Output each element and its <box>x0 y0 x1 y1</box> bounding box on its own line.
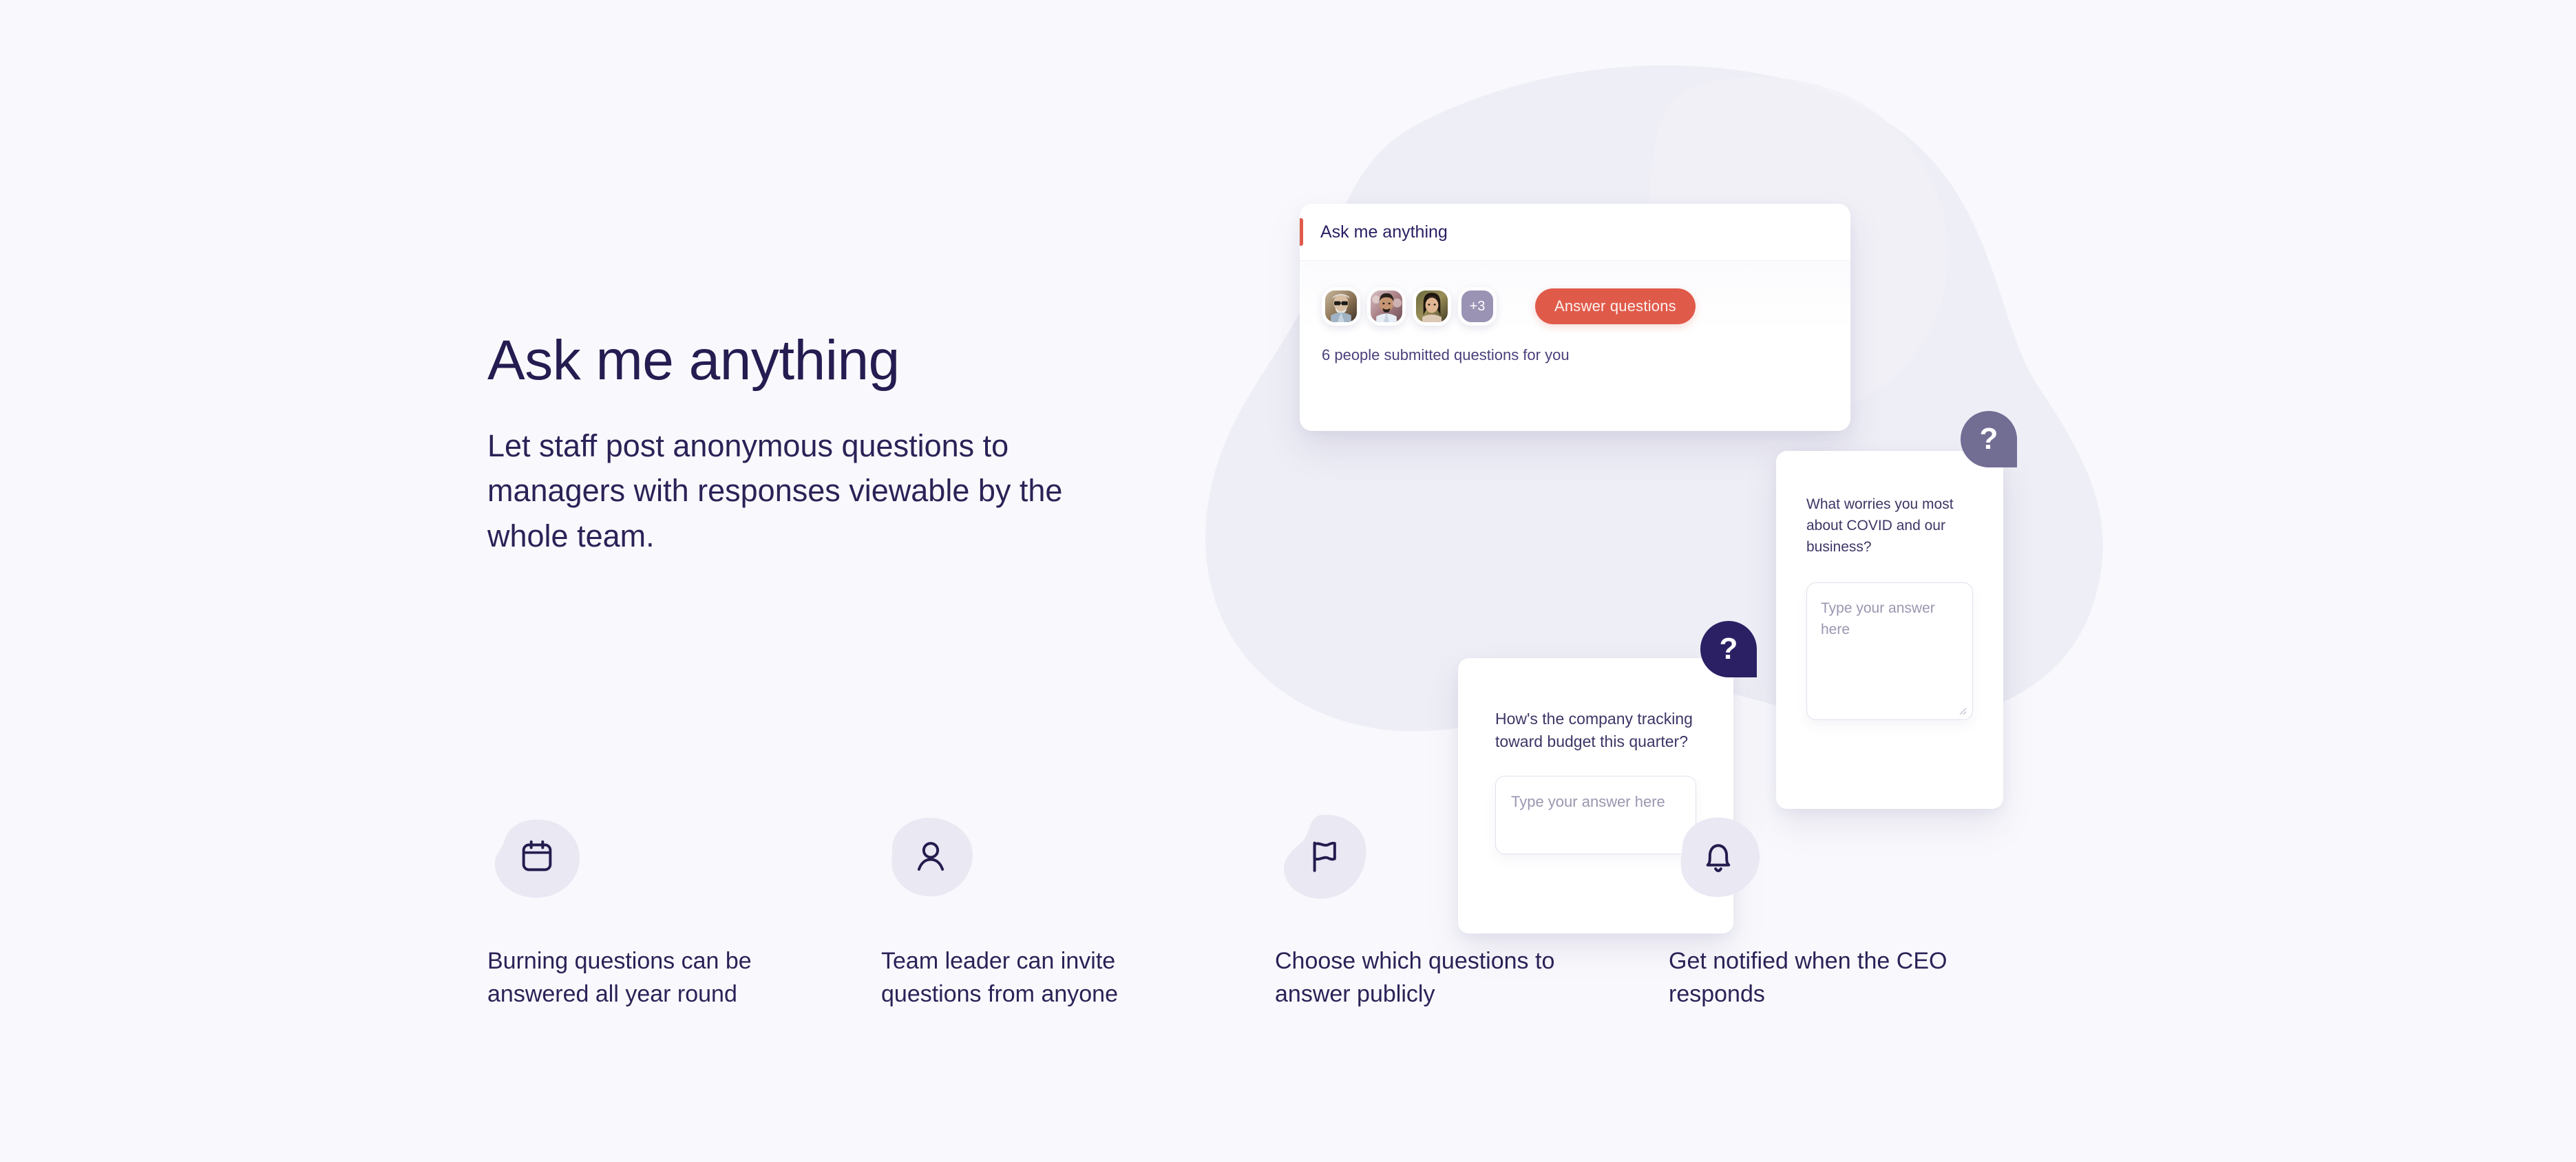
feature-label: Burning questions can be answered all ye… <box>487 948 752 1008</box>
user-icon <box>917 842 944 871</box>
feature-label: Choose which questions to answer publicl… <box>1275 948 1555 1008</box>
avatar-row: +3 Answer questions <box>1322 287 1828 326</box>
avatar[interactable] <box>1413 287 1451 326</box>
feature-icon-wrap <box>1669 812 1768 900</box>
feature-item: Burning questions can be answered all ye… <box>487 812 881 1011</box>
submitted-questions-note: 6 people submitted questions for you <box>1322 346 1570 363</box>
page-root: Ask me anything Let staff post anonymous… <box>0 0 2576 1162</box>
hero-copy: Ask me anything Let staff post anonymous… <box>487 330 1107 559</box>
avatar[interactable] <box>1367 287 1406 326</box>
question-mark-badge-icon: ? <box>1961 411 2017 467</box>
calendar-icon <box>522 840 552 872</box>
feature-icon-wrap <box>881 812 980 900</box>
question-mark-badge-icon: ? <box>1700 621 1757 677</box>
avatar-stack <box>1322 287 1458 326</box>
question-card: What worries you most about COVID and ou… <box>1776 451 2003 809</box>
flag-icon <box>1313 841 1336 872</box>
page-subtitle: Let staff post anonymous questions to ma… <box>487 427 1063 553</box>
feature-icon-wrap <box>1275 812 1374 900</box>
illustration: Ask me anything +3 Answer questions 6 pe… <box>1170 69 2148 933</box>
feature-item: Choose which questions to answer publicl… <box>1275 812 1669 1011</box>
feature-label: Get notified when the CEO responds <box>1669 948 1947 1008</box>
question-text: How's the company tracking toward budget… <box>1495 710 1693 750</box>
ask-me-anything-card: Ask me anything +3 Answer questions 6 pe… <box>1300 204 1850 431</box>
page-title: Ask me anything <box>487 329 900 392</box>
resize-grip-icon[interactable] <box>1957 706 1967 715</box>
features-row: Burning questions can be answered all ye… <box>487 812 1947 1011</box>
feature-label: Team leader can invite questions from an… <box>881 948 1118 1008</box>
card-header: Ask me anything <box>1300 204 1850 261</box>
feature-icon-wrap <box>487 812 587 900</box>
bell-icon <box>1706 844 1731 872</box>
avatar-overflow-count[interactable]: +3 <box>1458 287 1497 326</box>
feature-item: Get notified when the CEO responds <box>1669 812 2062 1011</box>
answer-questions-button[interactable]: Answer questions <box>1535 288 1696 324</box>
accent-bar <box>1300 218 1303 246</box>
card-title: Ask me anything <box>1320 222 1448 242</box>
avatar[interactable] <box>1322 287 1360 326</box>
card-body: +3 Answer questions 6 people submitted q… <box>1300 261 1850 431</box>
question-text: What worries you most about COVID and ou… <box>1806 496 1954 556</box>
feature-item: Team leader can invite questions from an… <box>881 812 1275 1011</box>
answer-input[interactable]: Type your answer here <box>1806 582 1973 721</box>
